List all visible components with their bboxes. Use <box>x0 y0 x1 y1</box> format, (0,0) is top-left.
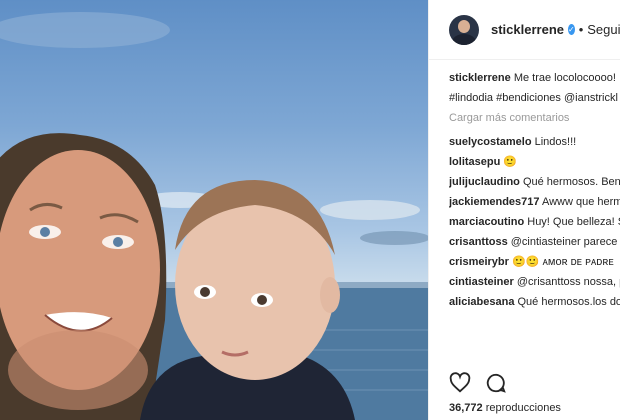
comment-text: Awww que herm 🙂 <box>541 196 620 208</box>
caption-text: Me trae locolocoooo! <box>513 72 616 84</box>
comment-item: jackiemendes717 Awww que herm 🙂 <box>449 194 620 210</box>
avatar[interactable] <box>449 14 479 45</box>
comment-text: 🙂🙂 ᴀᴍᴏʀ ᴅᴇ ᴘᴀᴅʀᴇ <box>512 256 614 268</box>
comment-text: Huy! Que belleza! S toda la familia! Los… <box>527 216 620 228</box>
post-username[interactable]: sticklerrene <box>491 22 564 37</box>
separator-dot: • <box>578 22 584 37</box>
comment-username[interactable]: aliciabesana <box>449 296 514 308</box>
verified-badge-icon: ✓ <box>568 24 575 35</box>
comment-item: marciacoutino Huy! Que belleza! S toda l… <box>449 214 620 230</box>
view-count-number: 36,772 <box>449 402 483 414</box>
comment-username[interactable]: suelycostamelo <box>449 136 532 148</box>
comment-username[interactable]: julijuclaudino <box>449 176 520 188</box>
video-frame <box>0 12 428 420</box>
load-more-comments-button[interactable]: Cargar más comentarios <box>449 110 620 126</box>
comment-text: @cintiasteiner parece o 😊 <box>510 236 620 248</box>
caption-username[interactable]: stickl­errene <box>449 72 511 84</box>
comment-username[interactable]: cintiasteiner <box>449 276 514 288</box>
follow-status-button[interactable]: Seguido <box>587 22 620 37</box>
heart-icon[interactable] <box>449 372 471 394</box>
comment-item: julijuclaudino Qué hermosos. Bend desde … <box>449 174 620 190</box>
comments-list: stickl­errene Me trae locolocoooo! #lind… <box>449 70 620 370</box>
post-video[interactable] <box>0 0 428 420</box>
comment-item: aliciabesana Qué hermosos.los do <box>449 294 620 310</box>
comment-username[interactable]: lolitasepu <box>449 156 500 168</box>
view-count-label: reproducciones <box>485 402 561 414</box>
comment-item: suelycostamelo Lindos!!! <box>449 134 620 150</box>
comment-text: @crisanttoss nossa, p mesmo! 🙂♥ <box>516 276 620 288</box>
caption-hashtags[interactable]: #lindodia #bendiciones @ianstrickl <box>449 90 620 106</box>
comment-text: Lindos!!! <box>534 136 577 148</box>
comment-text: 🙂 <box>503 156 518 168</box>
comment-text: Qué hermosos.los do <box>517 296 620 308</box>
caption: stickl­errene Me trae locolocoooo! <box>449 70 620 86</box>
comment-username[interactable]: marciacoutino <box>449 216 524 228</box>
view-count: 36,772 reproducciones <box>449 402 561 414</box>
post-actions <box>449 372 507 394</box>
comment-username[interactable]: crisanttoss <box>449 236 508 248</box>
post-side-panel: sticklerrene ✓ • Seguido stickl­errene M… <box>428 0 620 420</box>
post-header: sticklerrene ✓ • Seguido <box>429 0 620 60</box>
comment-username[interactable]: crismeirybr <box>449 256 509 268</box>
comment-item: lolitasepu 🙂 <box>449 154 620 170</box>
comment-item: cintiasteiner @crisanttoss nossa, p mesm… <box>449 274 620 290</box>
comment-text: Qué hermosos. Bend desde Brasil <box>522 176 620 188</box>
comment-item: crisanttoss @cintiasteiner parece o 😊 <box>449 234 620 250</box>
comment-username[interactable]: jackiemendes717 <box>449 196 540 208</box>
comment-item: crismeirybr 🙂🙂 ᴀᴍᴏʀ ᴅᴇ ᴘᴀᴅʀᴇ <box>449 254 620 270</box>
comment-icon[interactable] <box>485 372 507 394</box>
